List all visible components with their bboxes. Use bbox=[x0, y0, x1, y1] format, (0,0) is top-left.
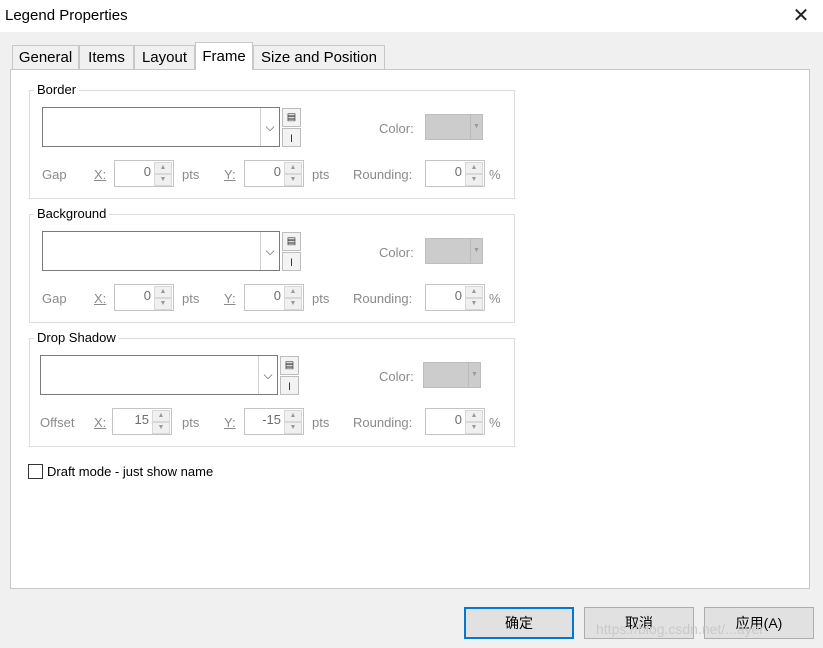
spin-down-icon[interactable]: ▼ bbox=[284, 174, 302, 186]
chevron-down-icon[interactable]: ⌵ bbox=[258, 356, 277, 394]
spin-up-icon[interactable]: ▲ bbox=[284, 162, 302, 174]
drop-shadow-group-label: Drop Shadow bbox=[34, 330, 119, 345]
background-gap-label: Gap bbox=[42, 291, 67, 306]
background-x-label: X: bbox=[94, 291, 107, 306]
shadow-offset-label: Offset bbox=[40, 415, 75, 430]
tab-size-and-position[interactable]: Size and Position bbox=[253, 45, 385, 69]
background-rounding-percent: % bbox=[489, 291, 501, 306]
properties-icon[interactable]: ꞁ bbox=[282, 252, 301, 271]
border-x-spinner[interactable]: 0 ▲ ▼ bbox=[114, 160, 174, 187]
border-x-units: pts bbox=[182, 167, 200, 182]
spin-down-icon[interactable]: ▼ bbox=[284, 298, 302, 310]
border-color-picker[interactable]: ▼ bbox=[425, 114, 483, 140]
chevron-down-icon: ▼ bbox=[470, 115, 482, 139]
spin-up-icon[interactable]: ▲ bbox=[154, 286, 172, 298]
background-x-units: pts bbox=[182, 291, 200, 306]
ok-button[interactable]: 确定 bbox=[464, 607, 574, 639]
border-rounding-percent: % bbox=[489, 167, 501, 182]
border-y-units: pts bbox=[312, 167, 330, 182]
symbol-selector-icon[interactable]: ▤ bbox=[282, 232, 301, 251]
background-x-spinner[interactable]: 0 ▲ ▼ bbox=[114, 284, 174, 311]
shadow-style-combo[interactable]: ⌵ bbox=[40, 355, 278, 395]
spin-up-icon[interactable]: ▲ bbox=[465, 410, 483, 422]
spin-down-icon[interactable]: ▼ bbox=[154, 298, 172, 310]
symbol-selector-icon[interactable]: ▤ bbox=[282, 108, 301, 127]
chevron-down-icon[interactable]: ⌵ bbox=[260, 232, 279, 270]
shadow-rounding-percent: % bbox=[489, 415, 501, 430]
background-rounding-label: Rounding: bbox=[353, 291, 413, 306]
symbol-selector-icon[interactable]: ▤ bbox=[280, 356, 299, 375]
background-style-combo[interactable]: ⌵ bbox=[42, 231, 280, 271]
spin-down-icon[interactable]: ▼ bbox=[284, 422, 302, 434]
border-rounding-spinner[interactable]: 0 ▲ ▼ bbox=[425, 160, 485, 187]
properties-icon[interactable]: ꞁ bbox=[280, 376, 299, 395]
spin-up-icon[interactable]: ▲ bbox=[465, 162, 483, 174]
border-group-label: Border bbox=[34, 82, 80, 97]
tab-general[interactable]: General bbox=[12, 45, 79, 69]
shadow-color-label: Color: bbox=[379, 369, 414, 384]
tab-panel-frame: Border ⌵ ▤ ꞁ Color: ▼ Gap X: 0 ▲ ▼ pts Y… bbox=[10, 69, 810, 589]
border-color-label: Color: bbox=[379, 121, 414, 136]
chevron-down-icon: ▼ bbox=[470, 239, 482, 263]
properties-icon[interactable]: ꞁ bbox=[282, 128, 301, 147]
spin-up-icon[interactable]: ▲ bbox=[154, 162, 172, 174]
spin-up-icon[interactable]: ▲ bbox=[152, 410, 170, 422]
spin-up-icon[interactable]: ▲ bbox=[284, 286, 302, 298]
shadow-color-picker[interactable]: ▼ bbox=[423, 362, 481, 388]
window-title: Legend Properties bbox=[5, 7, 128, 24]
background-rounding-spinner[interactable]: 0 ▲ ▼ bbox=[425, 284, 485, 311]
chevron-down-icon[interactable]: ⌵ bbox=[260, 108, 279, 146]
shadow-x-spinner[interactable]: 15 ▲ ▼ bbox=[112, 408, 172, 435]
draft-mode-label[interactable]: Draft mode - just show name bbox=[47, 464, 213, 479]
watermark-text: https://blog.csdn.net/...ayer bbox=[596, 621, 765, 637]
spin-down-icon[interactable]: ▼ bbox=[154, 174, 172, 186]
background-group-label: Background bbox=[34, 206, 110, 221]
shadow-x-units: pts bbox=[182, 415, 200, 430]
shadow-y-label: Y: bbox=[224, 415, 236, 430]
tab-frame[interactable]: Frame bbox=[195, 42, 253, 70]
tab-items[interactable]: Items bbox=[79, 45, 134, 69]
shadow-rounding-spinner[interactable]: 0 ▲ ▼ bbox=[425, 408, 485, 435]
background-y-label: Y: bbox=[224, 291, 236, 306]
background-color-picker[interactable]: ▼ bbox=[425, 238, 483, 264]
spin-down-icon[interactable]: ▼ bbox=[465, 174, 483, 186]
spin-up-icon[interactable]: ▲ bbox=[284, 410, 302, 422]
draft-mode-checkbox[interactable] bbox=[28, 464, 43, 479]
background-color-label: Color: bbox=[379, 245, 414, 260]
shadow-y-spinner[interactable]: -15 ▲ ▼ bbox=[244, 408, 304, 435]
tab-layout[interactable]: Layout bbox=[134, 45, 195, 69]
border-rounding-label: Rounding: bbox=[353, 167, 413, 182]
spin-down-icon[interactable]: ▼ bbox=[152, 422, 170, 434]
border-y-label: Y: bbox=[224, 167, 236, 182]
shadow-x-label: X: bbox=[94, 415, 107, 430]
spin-up-icon[interactable]: ▲ bbox=[465, 286, 483, 298]
spin-down-icon[interactable]: ▼ bbox=[465, 298, 483, 310]
chevron-down-icon: ▼ bbox=[468, 363, 480, 387]
spin-down-icon[interactable]: ▼ bbox=[465, 422, 483, 434]
border-style-combo[interactable]: ⌵ bbox=[42, 107, 280, 147]
shadow-rounding-label: Rounding: bbox=[353, 415, 413, 430]
background-y-spinner[interactable]: 0 ▲ ▼ bbox=[244, 284, 304, 311]
border-y-spinner[interactable]: 0 ▲ ▼ bbox=[244, 160, 304, 187]
border-x-label: X: bbox=[94, 167, 107, 182]
shadow-y-units: pts bbox=[312, 415, 330, 430]
background-y-units: pts bbox=[312, 291, 330, 306]
border-gap-label: Gap bbox=[42, 167, 67, 182]
close-icon[interactable]: ✕ bbox=[786, 2, 816, 30]
